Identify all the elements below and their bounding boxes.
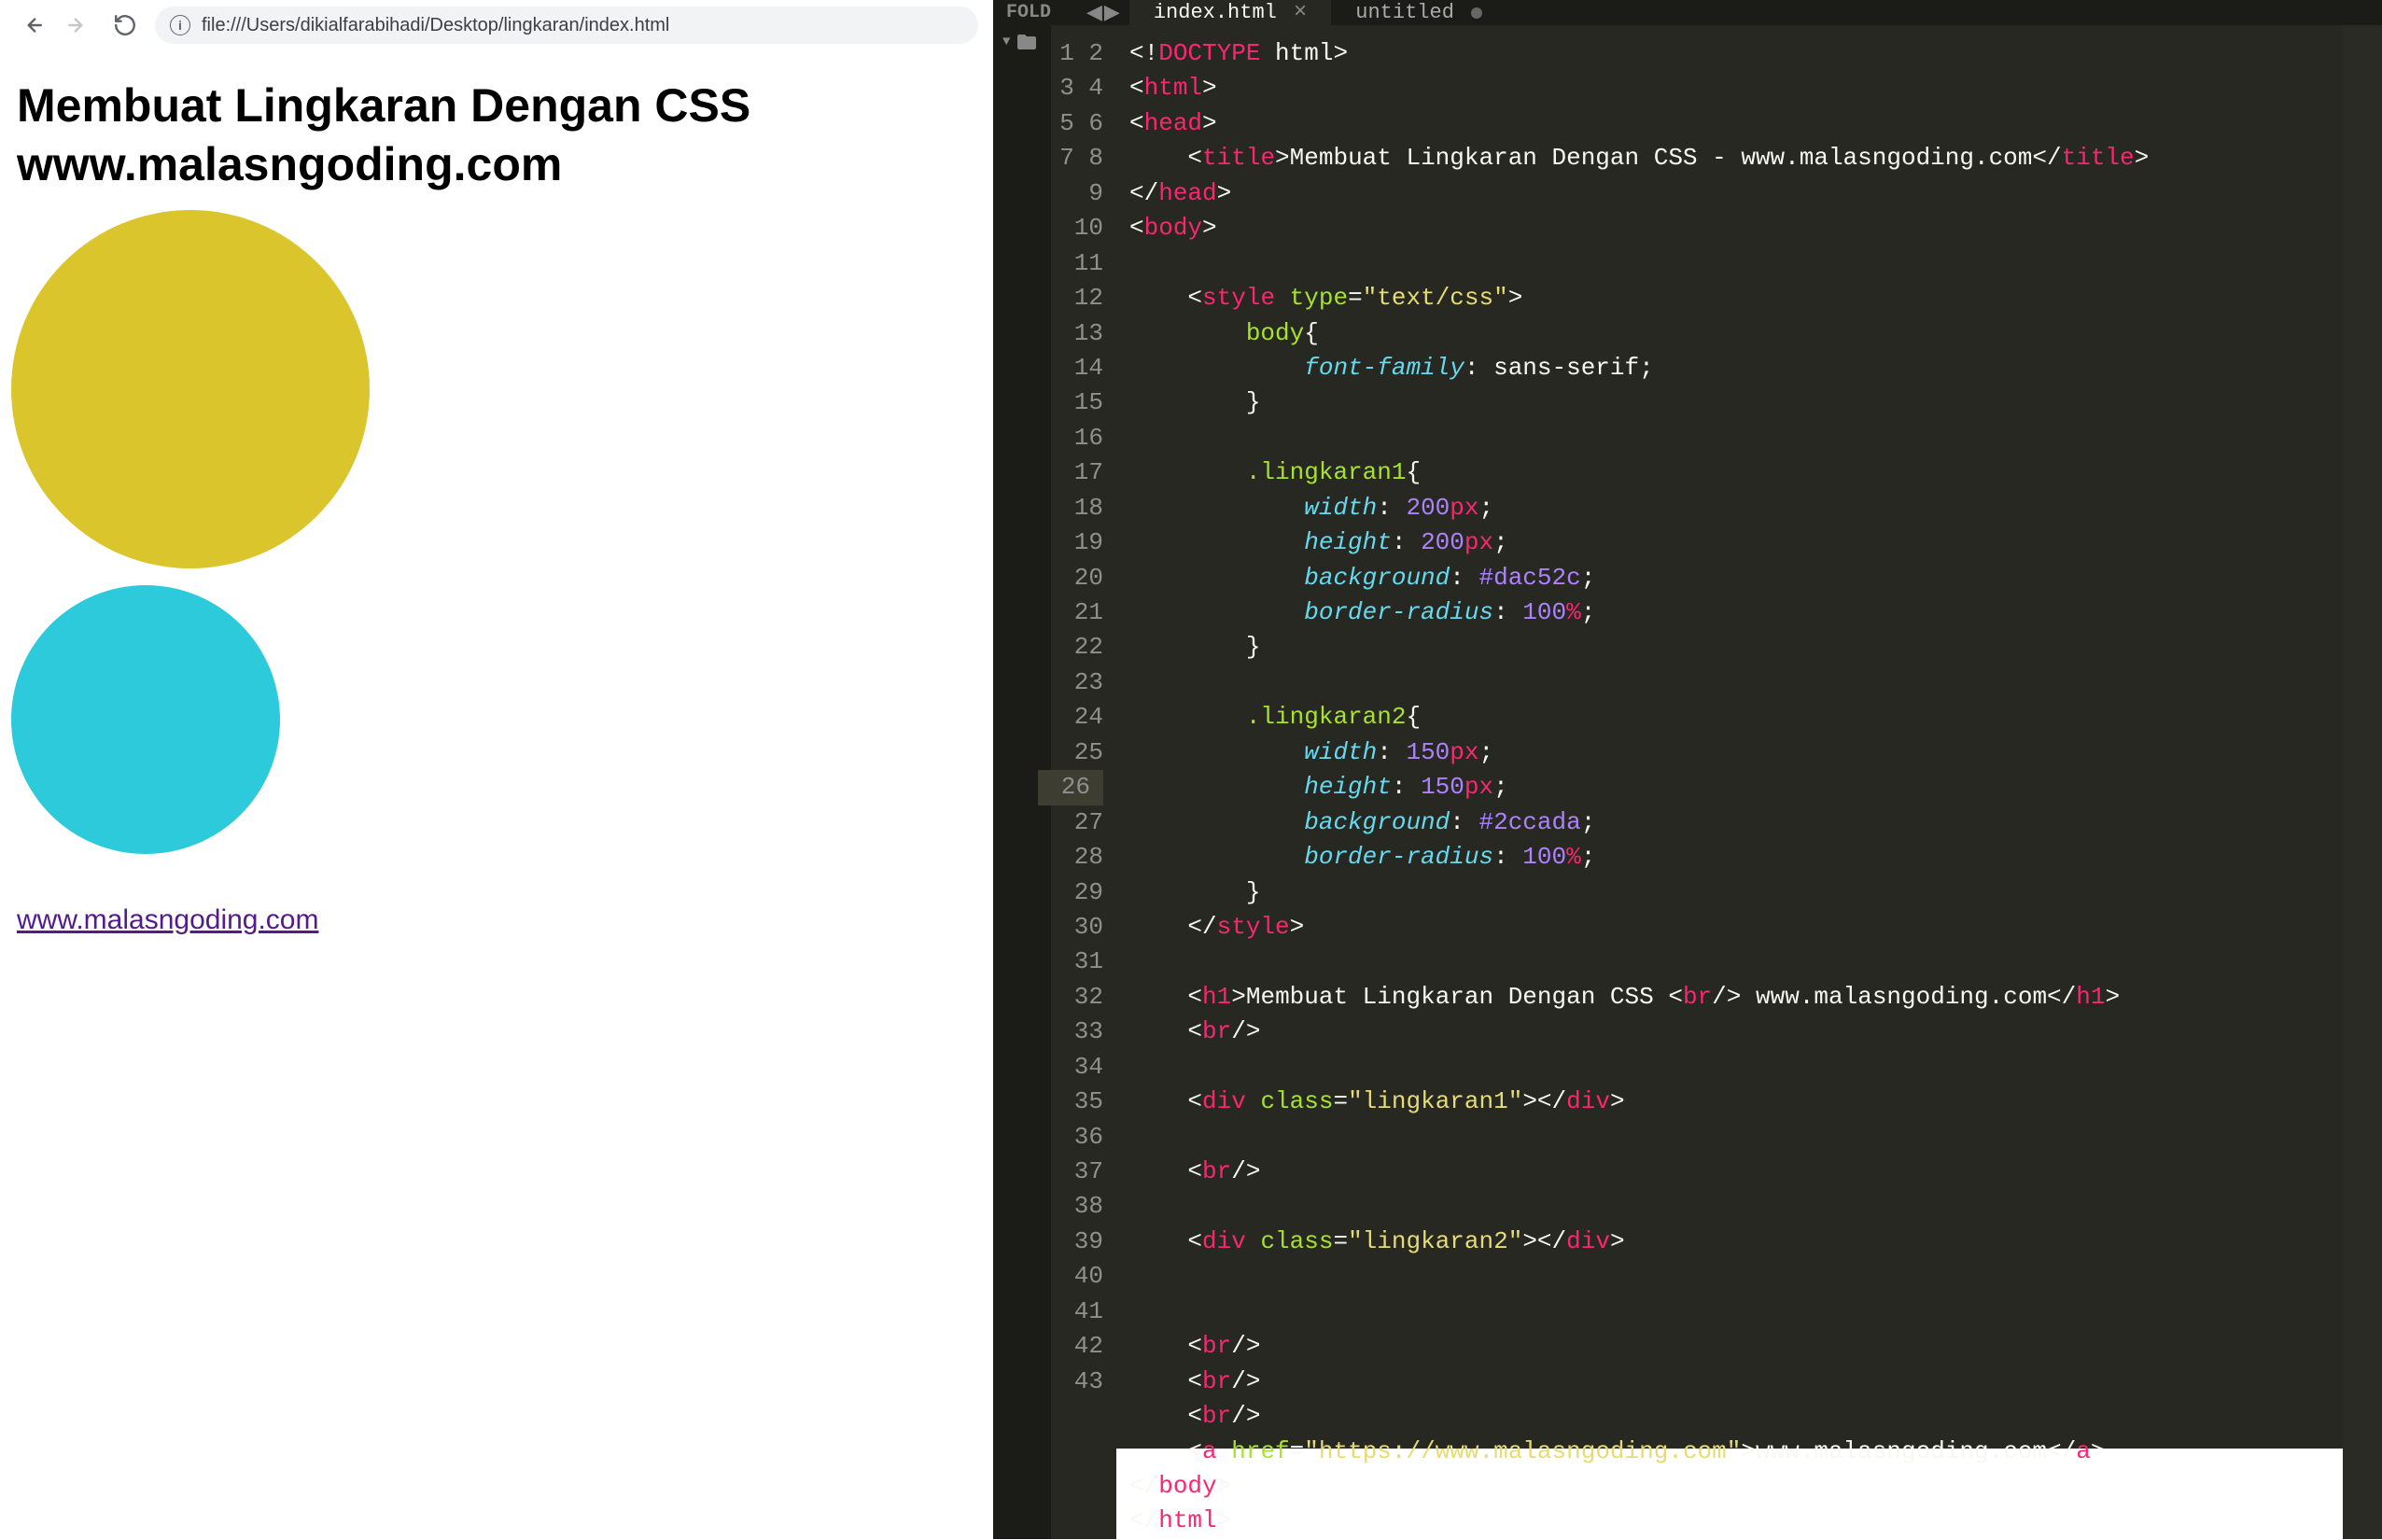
back-button[interactable] (15, 8, 49, 42)
browser-viewport: Membuat Lingkaran Dengan CSS www.malasng… (0, 50, 993, 1449)
minimap[interactable] (2343, 25, 2382, 1539)
site-info-icon[interactable]: i (170, 15, 190, 35)
code-area[interactable]: <!DOCTYPE html><html><head> <title>Membu… (1116, 25, 2343, 1539)
tab-untitled[interactable]: untitled (1331, 0, 1506, 25)
address-bar[interactable]: i file:///Users/dikialfarabihadi/Desktop… (155, 7, 978, 44)
folder-icon (1016, 31, 1038, 53)
line-gutter[interactable]: 1 2 3 4 5 6 7 8 9 10 11 12 13 14 15 16 1… (1051, 25, 1116, 1539)
forward-button[interactable] (62, 8, 95, 42)
page-heading: Membuat Lingkaran Dengan CSS www.malasng… (17, 77, 976, 193)
tab-prev-icon[interactable]: ◀ (1086, 1, 1102, 25)
disclosure-triangle-icon[interactable]: ▼ (1002, 35, 1010, 49)
tab-label: index.html (1154, 1, 1277, 24)
dirty-indicator-icon (1471, 7, 1482, 19)
tab-next-icon[interactable]: ▶ (1104, 1, 1120, 25)
tab-nav-arrows[interactable]: ◀ ▶ (1077, 0, 1129, 25)
heading-line2: www.malasngoding.com (17, 138, 562, 190)
circle-2 (11, 585, 280, 854)
tab-index-html[interactable]: index.html × (1129, 0, 1331, 25)
footer-link[interactable]: www.malasngoding.com (17, 904, 318, 935)
editor-body: ▼ 1 2 3 4 5 6 7 8 9 10 11 12 13 14 15 16… (993, 25, 2382, 1539)
reload-button[interactable] (108, 8, 142, 42)
heading-line1: Membuat Lingkaran Dengan CSS (17, 79, 750, 132)
browser-toolbar: i file:///Users/dikialfarabihadi/Desktop… (0, 0, 993, 50)
browser-window: i file:///Users/dikialfarabihadi/Desktop… (0, 0, 993, 1449)
circle-1 (11, 210, 370, 568)
editor-tabbar: FOLD ◀ ▶ index.html × untitled (993, 0, 2382, 25)
close-icon[interactable]: × (1294, 0, 1307, 25)
code-editor: FOLD ◀ ▶ index.html × untitled ▼ 1 2 3 4… (993, 0, 2382, 1449)
tab-label: untitled (1355, 1, 1454, 24)
url-text: file:///Users/dikialfarabihadi/Desktop/l… (202, 15, 669, 36)
folder-row[interactable]: ▼ (993, 31, 1051, 53)
sidebar-header[interactable]: FOLD (993, 0, 1077, 25)
